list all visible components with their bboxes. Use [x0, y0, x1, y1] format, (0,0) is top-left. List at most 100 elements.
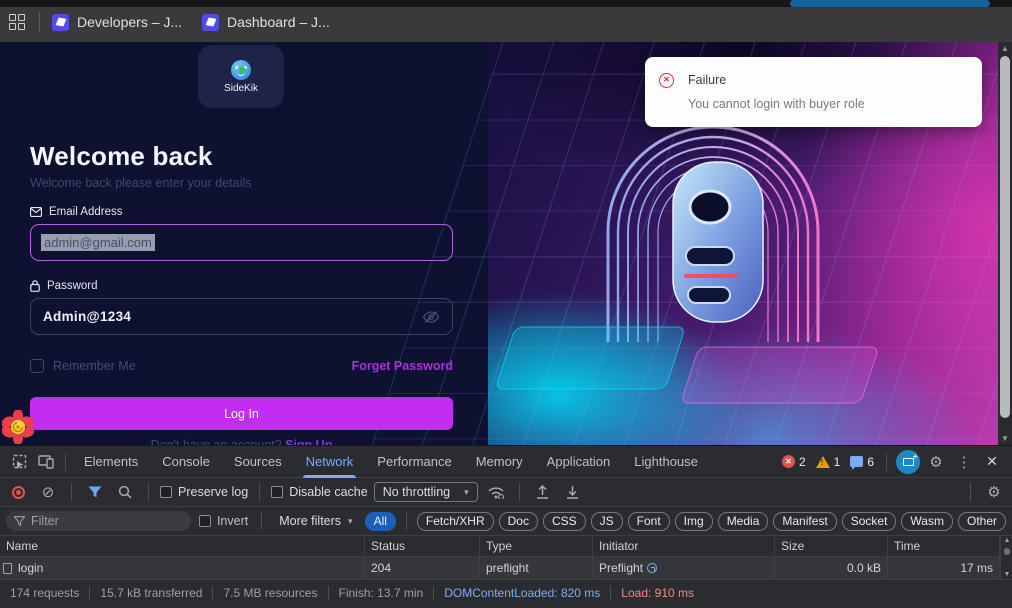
table-row[interactable]: login 204 preflight Preflight 0.0 kB 17 … — [0, 557, 1012, 579]
device-toolbar-icon[interactable] — [34, 450, 58, 474]
tab-memory[interactable]: Memory — [465, 446, 534, 478]
requests-count[interactable]: 174 requests — [8, 586, 89, 600]
import-har-icon[interactable] — [531, 480, 555, 504]
password-input[interactable]: Admin@1234 — [30, 298, 453, 335]
more-filters-dropdown[interactable]: More filters ▾ — [275, 514, 356, 528]
pill-other[interactable]: Other — [958, 512, 1006, 531]
clear-network-log-icon[interactable]: ⊘ — [36, 480, 60, 504]
invert-checkbox[interactable]: Invert — [199, 514, 248, 528]
pill-manifest[interactable]: Manifest — [773, 512, 836, 531]
network-conditions-icon[interactable] — [484, 480, 508, 504]
page-title: Welcome back — [30, 141, 213, 172]
browser-tab-bar: Developers – J... Dashboard – J... — [0, 0, 1012, 42]
cell-size: 0.0 kB — [775, 557, 888, 579]
filter-funnel-icon[interactable] — [83, 480, 107, 504]
jira-favicon — [52, 14, 69, 31]
scroll-down-arrow[interactable]: ▼ — [1001, 571, 1012, 578]
pill-js[interactable]: JS — [591, 512, 623, 531]
tab-application[interactable]: Application — [536, 446, 622, 478]
network-status-bar: 174 requests 15.7 kB transferred 7.5 MB … — [0, 579, 1012, 605]
flower-extension-icon[interactable] — [2, 410, 34, 444]
eye-off-icon[interactable] — [422, 310, 440, 324]
password-label: Password — [30, 280, 98, 292]
col-initiator[interactable]: Initiator — [593, 536, 775, 556]
checkbox[interactable] — [160, 486, 172, 498]
table-header-row: Name Status Type Initiator Size Time — [0, 536, 1012, 557]
chevron-down-icon: ▾ — [464, 487, 469, 498]
page-scrollbar[interactable]: ▲ ▼ — [998, 42, 1012, 445]
forgot-password-link[interactable]: Forget Password — [352, 359, 453, 373]
login-button[interactable]: Log In — [30, 397, 453, 430]
network-settings-gear-icon[interactable]: ⚙ — [982, 480, 1006, 504]
tab-performance[interactable]: Performance — [366, 446, 462, 478]
request-type-pills: All Fetch/XHR Doc CSS JS Font Img Media … — [365, 512, 1006, 531]
remember-label: Remember Me — [53, 359, 136, 373]
col-size[interactable]: Size — [775, 536, 888, 556]
warning-badge[interactable]: 1 — [813, 455, 844, 469]
signup-line: Don't have an account? Sign Up — [30, 438, 453, 445]
settings-gear-icon[interactable]: ⚙ — [924, 450, 948, 474]
scrollbar-thumb[interactable] — [1004, 548, 1010, 555]
signup-link[interactable]: Sign Up — [285, 438, 332, 445]
checkbox[interactable] — [199, 515, 211, 527]
inspect-element-icon[interactable] — [8, 450, 32, 474]
transferred-size: 15.7 kB transferred — [90, 586, 212, 600]
email-input[interactable]: admin@gmail.com — [30, 224, 453, 261]
resources-size: 7.5 MB resources — [213, 586, 327, 600]
preserve-log-checkbox[interactable]: Preserve log — [160, 485, 248, 499]
jira-favicon — [202, 14, 219, 31]
load-time: Load: 910 ms — [611, 586, 704, 600]
cell-initiator[interactable]: Preflight — [593, 557, 775, 579]
search-icon[interactable] — [113, 480, 137, 504]
pill-css[interactable]: CSS — [543, 512, 586, 531]
record-network-log-icon[interactable] — [6, 480, 30, 504]
divider — [406, 512, 407, 530]
pill-wasm[interactable]: Wasm — [901, 512, 953, 531]
pill-all[interactable]: All — [365, 512, 396, 531]
close-devtools-icon[interactable]: ✕ — [980, 450, 1004, 474]
col-name[interactable]: Name — [0, 536, 365, 556]
checkbox[interactable] — [271, 486, 283, 498]
scrollbar-thumb[interactable] — [1000, 56, 1010, 418]
tab-network[interactable]: Network — [295, 446, 365, 478]
device-mode-active-icon[interactable] — [896, 450, 920, 474]
browser-tab-developers[interactable]: Developers – J... — [52, 11, 182, 33]
cell-name[interactable]: login — [0, 557, 365, 579]
pill-img[interactable]: Img — [675, 512, 713, 531]
pill-font[interactable]: Font — [628, 512, 670, 531]
pill-socket[interactable]: Socket — [842, 512, 897, 531]
tab-lighthouse[interactable]: Lighthouse — [623, 446, 709, 478]
scroll-down-arrow[interactable]: ▼ — [998, 434, 1012, 443]
pill-doc[interactable]: Doc — [499, 512, 538, 531]
kebab-menu-icon[interactable]: ⋮ — [952, 450, 976, 474]
scroll-up-arrow[interactable]: ▲ — [1001, 537, 1012, 544]
tab-sources[interactable]: Sources — [223, 446, 293, 478]
pill-fetch-xhr[interactable]: Fetch/XHR — [417, 512, 494, 531]
scroll-up-arrow[interactable]: ▲ — [998, 44, 1012, 53]
issues-badge[interactable]: 6 — [847, 455, 877, 469]
remember-checkbox[interactable] — [30, 359, 44, 373]
toast-notification[interactable]: ✕ Failure You cannot login with buyer ro… — [645, 57, 982, 127]
tab-console[interactable]: Console — [151, 446, 221, 478]
col-type[interactable]: Type — [480, 536, 593, 556]
col-time[interactable]: Time — [888, 536, 1000, 556]
export-har-icon[interactable] — [561, 480, 585, 504]
page-viewport: ✕ Failure You cannot login with buyer ro… — [0, 42, 1012, 445]
sidekik-logo-icon — [231, 60, 251, 80]
cell-time: 17 ms — [888, 557, 1000, 579]
network-toolbar: ⊘ Preserve log Disable cache No throttli… — [0, 478, 1012, 507]
toast-message: You cannot login with buyer role — [688, 97, 865, 111]
col-status[interactable]: Status — [365, 536, 480, 556]
table-scrollbar[interactable]: ▲ ▼ — [1000, 536, 1012, 579]
throttling-select[interactable]: No throttling ▾ — [374, 482, 478, 502]
cors-info-icon — [647, 563, 657, 573]
devtools-right-controls: ✕ 2 1 6 ⚙ ⋮ ✕ — [779, 450, 1004, 474]
tab-overview-icon[interactable] — [9, 14, 25, 30]
pill-media[interactable]: Media — [718, 512, 769, 531]
browser-tab-dashboard[interactable]: Dashboard – J... — [202, 11, 330, 33]
filter-input[interactable]: Filter — [6, 511, 191, 531]
error-badge[interactable]: ✕ 2 — [779, 455, 809, 469]
disable-cache-checkbox[interactable]: Disable cache — [271, 485, 368, 499]
tab-elements[interactable]: Elements — [73, 446, 149, 478]
divider — [519, 483, 520, 501]
